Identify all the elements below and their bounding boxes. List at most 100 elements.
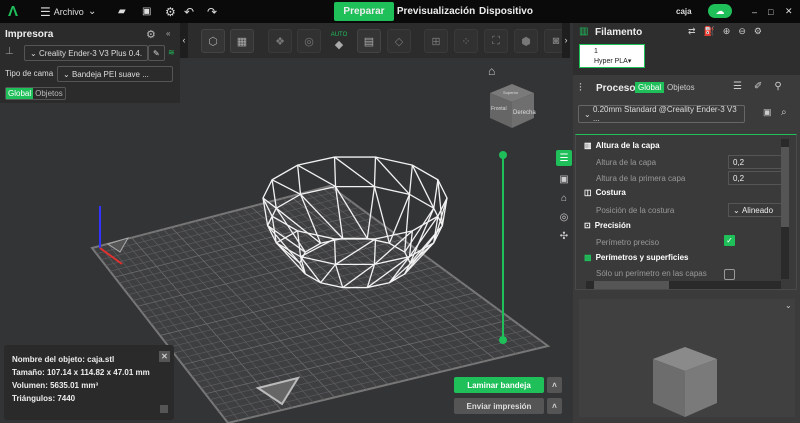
minimize-button[interactable]: – — [752, 0, 757, 23]
printer-icon: ⊥ — [5, 46, 14, 57]
menu-icon: ☰ — [40, 4, 51, 19]
spool-icon[interactable]: ⛽ — [704, 26, 723, 36]
view-cube-front: Frontal — [491, 106, 507, 112]
process-tab-objects[interactable]: Objetos — [667, 83, 695, 92]
expand-chevron-icon[interactable]: ⌄ — [785, 301, 792, 310]
seam-position-select[interactable]: ⌄ Alineado — [728, 203, 784, 217]
send-options-chevron-icon[interactable]: ˄ — [547, 398, 562, 414]
split-icon[interactable]: ⊞ — [424, 29, 448, 53]
process-title: Proceso — [596, 83, 636, 94]
horizontal-scrollbar[interactable] — [586, 281, 781, 289]
single-wall-label: Sólo un perímetro en las capas — [596, 269, 707, 278]
redo-icon[interactable]: ↷ — [207, 0, 217, 23]
section-seam: ◫ Costura — [584, 188, 626, 197]
send-print-button[interactable]: Enviar impresión — [454, 398, 544, 414]
filament-name: Hyper PLA — [594, 58, 628, 65]
brush-icon[interactable]: ✐ — [754, 81, 774, 92]
app-logo-icon: Λ — [8, 3, 19, 20]
object-triangles: Triángulos: 7440 — [12, 394, 76, 403]
remove-circle-icon[interactable]: ⊖ — [738, 26, 754, 36]
minimize-info-icon[interactable] — [160, 405, 168, 413]
title-bar: Λ ☰ Archivo ⌄ ▰ ▣ ⚙ ↶ ↷ Preparar Previsua… — [0, 0, 800, 23]
first-layer-height-input[interactable]: 0,2 — [728, 171, 784, 185]
layer-height-label: Altura de la capa — [596, 158, 657, 167]
search-icon[interactable]: ⌕ — [781, 107, 787, 118]
arrange-icon[interactable]: ❖ — [268, 29, 292, 53]
file-menu[interactable]: ☰ Archivo — [40, 0, 84, 23]
upload-cloud-icon[interactable]: ☁ — [708, 4, 732, 18]
share-icon[interactable]: ⚲ — [774, 81, 793, 92]
scale-icon[interactable]: ⛶ — [484, 29, 508, 53]
wire-edge — [334, 156, 375, 188]
add-cube-icon[interactable]: ⬡ — [201, 29, 225, 53]
printer-select-value: Creality Ender-3 V3 Plus 0.4. — [38, 48, 143, 58]
open-folder-icon[interactable]: ▰ — [118, 0, 126, 23]
support-paint-icon[interactable]: ⬢ — [514, 29, 538, 53]
layout-view-icon[interactable]: ☰ — [556, 150, 572, 166]
home-icon[interactable]: ⌂ — [488, 64, 495, 78]
grid-object-icon[interactable]: ▣ — [556, 171, 572, 187]
precise-wall-label: Perímetro preciso — [596, 238, 660, 247]
gear-icon[interactable]: ⚙ — [754, 26, 770, 36]
filament-icon: ▥ — [579, 26, 589, 37]
tab-prepare[interactable]: Preparar — [334, 2, 394, 21]
process-actions[interactable]: ☰✐⚲ — [733, 81, 794, 92]
filament-actions[interactable]: ⇄⛽⊕⊖⚙ — [688, 26, 770, 37]
settings-circle-icon[interactable]: ◎ — [556, 209, 572, 225]
close-button[interactable]: ✕ — [785, 0, 793, 23]
chevron-right-icon[interactable]: › — [562, 23, 570, 58]
maximize-button[interactable]: □ — [768, 0, 773, 23]
process-profile-select[interactable]: ⌄ 0.20mm Standard @Creality Ender-3 V3 .… — [578, 105, 745, 123]
layout-icon[interactable]: ▤ — [357, 29, 381, 53]
sync-icon[interactable]: ⇄ — [688, 26, 704, 36]
eraser-icon[interactable]: ◇ — [387, 29, 411, 53]
auto-orient-button[interactable]: AUTO ◆ — [327, 29, 351, 53]
add-plate-icon[interactable]: ▦ — [230, 29, 254, 53]
list-icon[interactable]: ☰ — [733, 81, 754, 92]
support-icon[interactable]: ⌂ — [556, 190, 572, 206]
slice-options-chevron-icon[interactable]: ˄ — [547, 377, 562, 393]
walls-icon: ▩ — [584, 253, 592, 262]
add-circle-icon[interactable]: ⊕ — [723, 26, 739, 36]
project-name: caja — [676, 7, 692, 16]
gear-icon[interactable]: ⚙ — [165, 0, 176, 23]
settings-sidebar: ▥ Filamento ⇄⛽⊕⊖⚙ 1 Hyper PLA▾ ⫶ Proceso… — [573, 23, 800, 423]
close-info-icon[interactable]: ✕ — [159, 351, 170, 362]
filament-slot-1[interactable]: 1 Hyper PLA▾ — [579, 44, 645, 68]
printer-settings-gear-icon[interactable]: ⚙ — [146, 28, 156, 41]
height-slider-bottom-handle[interactable] — [499, 336, 507, 344]
tab-preview[interactable]: Previsualización — [397, 2, 475, 21]
section-title: Altura de la capa — [595, 141, 660, 150]
save-profile-icon[interactable]: ▣ — [763, 107, 772, 118]
filament-section: ▥ Filamento ⇄⛽⊕⊖⚙ 1 Hyper PLA▾ — [573, 23, 800, 75]
first-layer-height-label: Altura de la primera capa — [596, 174, 686, 183]
seam-position-value: Alineado — [741, 205, 774, 215]
main-toolbar: ‹ ⬡ ▦ ❖ ◎ AUTO ◆ ▤ ◇ ⊞ ⁘ ⛶ ⬢ ◙ › — [180, 23, 570, 58]
height-slider-top-handle[interactable] — [499, 151, 507, 159]
view-cube[interactable]: Frontal Derecha Superior — [490, 84, 536, 128]
chevron-down-icon[interactable]: ⌄ — [88, 0, 96, 23]
filament-title: Filamento — [595, 27, 643, 38]
layer-height-icon: ▥ — [584, 141, 592, 150]
vertical-scrollbar[interactable] — [781, 139, 789, 279]
wire-edge — [433, 179, 439, 209]
save-icon[interactable]: ▣ — [142, 0, 151, 23]
wire-edge — [373, 157, 377, 187]
collapse-icon[interactable]: « — [166, 29, 170, 38]
layer-height-input[interactable]: 0,2 — [728, 155, 784, 169]
split-parts-icon[interactable]: ⁘ — [454, 29, 478, 53]
file-menu-label: Archivo — [53, 6, 84, 17]
process-tab-global[interactable]: Global — [635, 82, 665, 93]
orient-icon[interactable]: ◎ — [297, 29, 321, 53]
modifier-icon[interactable]: ✣ — [556, 228, 572, 244]
precision-icon: ⊡ — [584, 221, 591, 230]
plate-preview: ⌄ — [579, 299, 795, 417]
slice-plate-button[interactable]: Laminar bandeja — [454, 377, 544, 393]
single-wall-checkbox[interactable] — [724, 269, 735, 280]
chevron-left-icon[interactable]: ‹ — [180, 23, 188, 58]
tab-device[interactable]: Dispositivo — [479, 2, 533, 21]
section-title: Costura — [595, 188, 626, 197]
precise-wall-checkbox[interactable]: ✓ — [724, 235, 735, 246]
undo-icon[interactable]: ↶ — [184, 0, 194, 23]
wifi-icon: ≋ — [168, 48, 175, 57]
